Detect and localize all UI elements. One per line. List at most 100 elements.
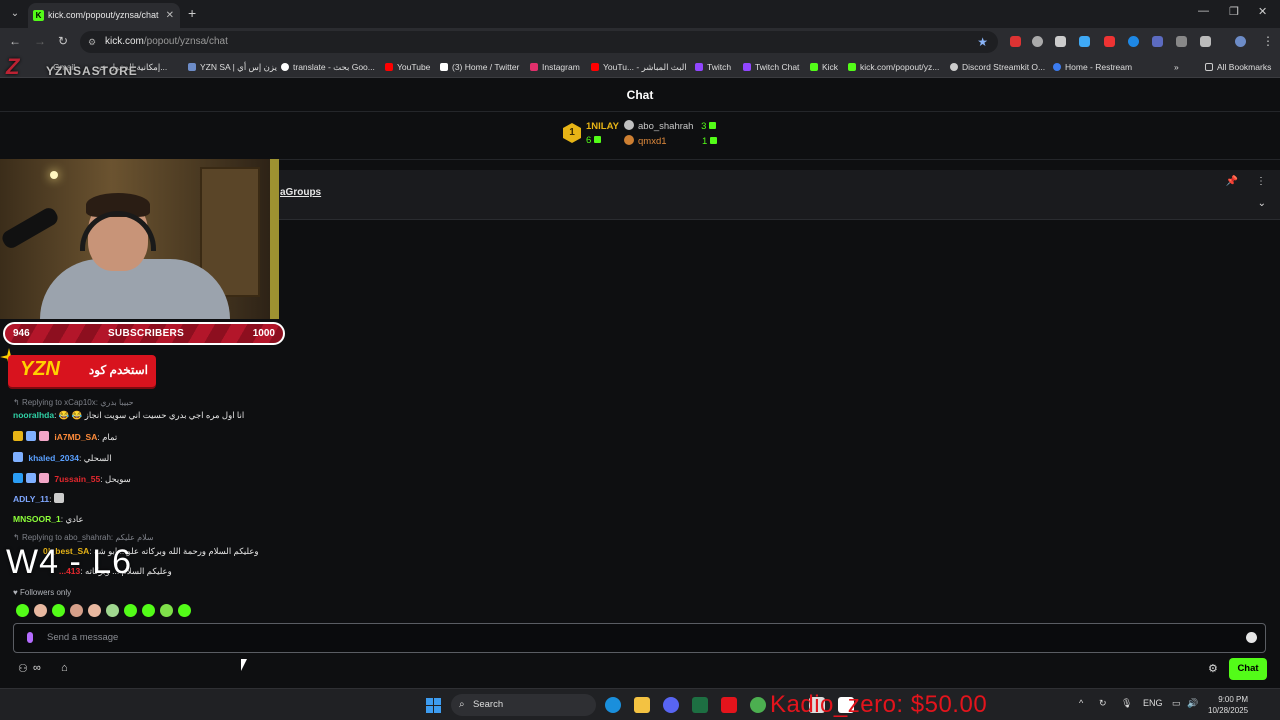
sync-icon[interactable]: ↻ [1099,698,1107,709]
leaderboard-first-name[interactable]: 1NILAY [586,121,619,132]
chat-message: khaled_2034: السحلي [13,452,112,464]
tray-overflow-icon[interactable]: ^ [1079,698,1083,708]
address-bar[interactable]: ⚙ kick.com/popout/yznsa/chat ★ [80,31,998,53]
volume-icon[interactable]: 🔊 [1187,698,1198,709]
extension-icon[interactable] [1152,36,1163,47]
promo-code-banner: YZN استخدم كود [8,355,156,387]
donation-alert: Kadio_zero: $50.00 [770,691,988,718]
promo-text: استخدم كود [88,363,148,377]
bookmark-discord-streamkit[interactable]: Discord Streamkit O... [950,62,1045,72]
bookmark-restream[interactable]: Home - Restream [1053,62,1132,72]
back-icon[interactable]: ← [9,34,21,48]
leaderboard-first-count: 6 [586,135,602,146]
emote-icon[interactable] [124,604,137,617]
emote-icon[interactable] [142,604,155,617]
sub-current: 946 [13,328,30,339]
extensions-puzzle-icon[interactable] [1200,36,1211,47]
extension-icon[interactable] [1055,36,1066,47]
pin-icon[interactable]: 📌 [1226,176,1238,187]
microphone-tray-icon[interactable]: 🎙 [1121,698,1132,709]
infinity-icon[interactable]: ∞ [33,662,41,674]
extension-icon[interactable] [1104,36,1115,47]
subscriber-goal-bar: SUBSCRIBERS 946 1000 [3,322,285,345]
discord-icon[interactable] [663,697,679,713]
chevron-down-icon[interactable]: ⌄ [1258,198,1266,209]
network-icon[interactable]: ▭ [1172,698,1181,709]
pinned-title[interactable]: aGroups [280,187,321,198]
emote-icon[interactable] [88,604,101,617]
forward-icon[interactable]: → [34,34,46,48]
pinned-message[interactable]: aGroups 📌 ⋮ ⌄ [270,170,1280,220]
bookmark-yznsa[interactable]: YZN SA | يزن إس أي [188,62,277,73]
bookmark-instagram[interactable]: Instagram [530,62,580,72]
tab-search-icon[interactable]: ⌄ [6,5,24,23]
bookmark-twitch-chat[interactable]: Twitch Chat [743,62,799,72]
maximize-icon[interactable]: ❐ [1229,5,1239,18]
gift-badge-icon [39,473,49,483]
webcam-overlay [0,159,279,319]
emote-icon[interactable] [16,604,29,617]
language-indicator[interactable]: ENG [1143,698,1163,708]
send-chat-button[interactable]: Chat [1229,658,1267,680]
leaderboard-third[interactable]: qmxd1 1 [624,135,718,147]
reload-icon[interactable]: ↻ [58,34,68,48]
microphone-icon[interactable] [27,632,33,643]
new-tab-icon[interactable]: + [188,5,196,21]
bookmark-youtube-live[interactable]: YouTu... - البث المباشر [591,62,687,73]
silver-medal-icon [624,120,634,130]
followers-only-notice: ♥ Followers only [13,588,72,597]
bookmark-translate[interactable]: translate - بحث Goo... [281,62,375,73]
site-info-icon[interactable]: ⚙ [88,31,96,53]
taskbar-search[interactable]: ⌕ Search [451,694,596,716]
streaming-app-icon[interactable] [721,697,737,713]
profile-avatar[interactable] [1235,36,1246,47]
gift-icon [594,136,602,143]
emoji-picker-icon[interactable] [1246,632,1257,643]
emote-icon[interactable] [178,604,191,617]
emote-icon[interactable] [52,604,65,617]
emote-icon[interactable] [160,604,173,617]
chat-settings-icon[interactable]: ⚇ [18,662,28,675]
browser-menu-icon[interactable]: ⋮ [1262,34,1274,48]
bookmark-kick-popout[interactable]: kick.com/popout/yz... [848,62,939,72]
gear-icon[interactable]: ⚙ [1208,662,1218,675]
bookmark-kick[interactable]: Kick [810,62,838,72]
browser-tab[interactable]: K kick.com/popout/yznsa/chat ✕ [28,3,180,28]
bookmark-twitter[interactable]: (3) Home / Twitter [440,62,519,72]
bookmark-twitch[interactable]: Twitch [695,62,731,72]
message-placeholder: Send a message [47,632,119,643]
reply-context[interactable]: ↰ Replying to xCap10x: حبيبا بدري [13,398,134,407]
leaderboard-second[interactable]: abo_shahrah 3 [624,120,717,132]
emote-icon[interactable] [34,604,47,617]
close-window-icon[interactable]: ✕ [1258,5,1267,18]
extension-icon[interactable] [1010,36,1021,47]
bookmark-youtube[interactable]: YouTube [385,62,430,72]
bookmarks-bar: Gmail إمكانية الدخول عن... YZN SA | يزن … [0,56,1280,78]
sub-goal-label: SUBSCRIBERS [107,328,185,339]
bookmarks-overflow-icon[interactable]: » [1174,62,1179,72]
nav-bar: ← → ↻ ⚙ kick.com/popout/yznsa/chat ★ ⋮ [0,28,1280,56]
extension-icon[interactable] [1176,36,1187,47]
gift-icon [710,137,718,144]
chrome-icon[interactable] [750,697,766,713]
windows-start-icon[interactable] [426,698,441,713]
mouse-cursor [241,659,247,671]
store-icon[interactable]: ⌂ [61,662,68,674]
emote-icon[interactable] [106,604,119,617]
file-explorer-icon[interactable] [634,697,650,713]
extension-icon[interactable] [1079,36,1090,47]
pinned-menu-icon[interactable]: ⋮ [1256,176,1266,187]
extension-icon[interactable] [1128,36,1139,47]
emote-icon[interactable] [70,604,83,617]
excel-icon[interactable] [692,697,708,713]
extension-icon[interactable] [1032,36,1043,47]
reply-context[interactable]: ↰ Replying to abo_shahrah: سلام عليكم [13,533,154,542]
all-bookmarks[interactable]: All Bookmarks [1205,62,1271,72]
edge-icon[interactable] [605,697,621,713]
sub-badge-icon [13,452,23,462]
system-clock[interactable]: 9:00 PM 10/28/2025 [1208,694,1248,716]
bookmark-star-icon[interactable]: ★ [977,31,988,53]
tab-close-icon[interactable]: ✕ [166,3,174,28]
minimize-icon[interactable]: — [1198,5,1209,17]
message-input[interactable]: Send a message [13,623,1266,653]
